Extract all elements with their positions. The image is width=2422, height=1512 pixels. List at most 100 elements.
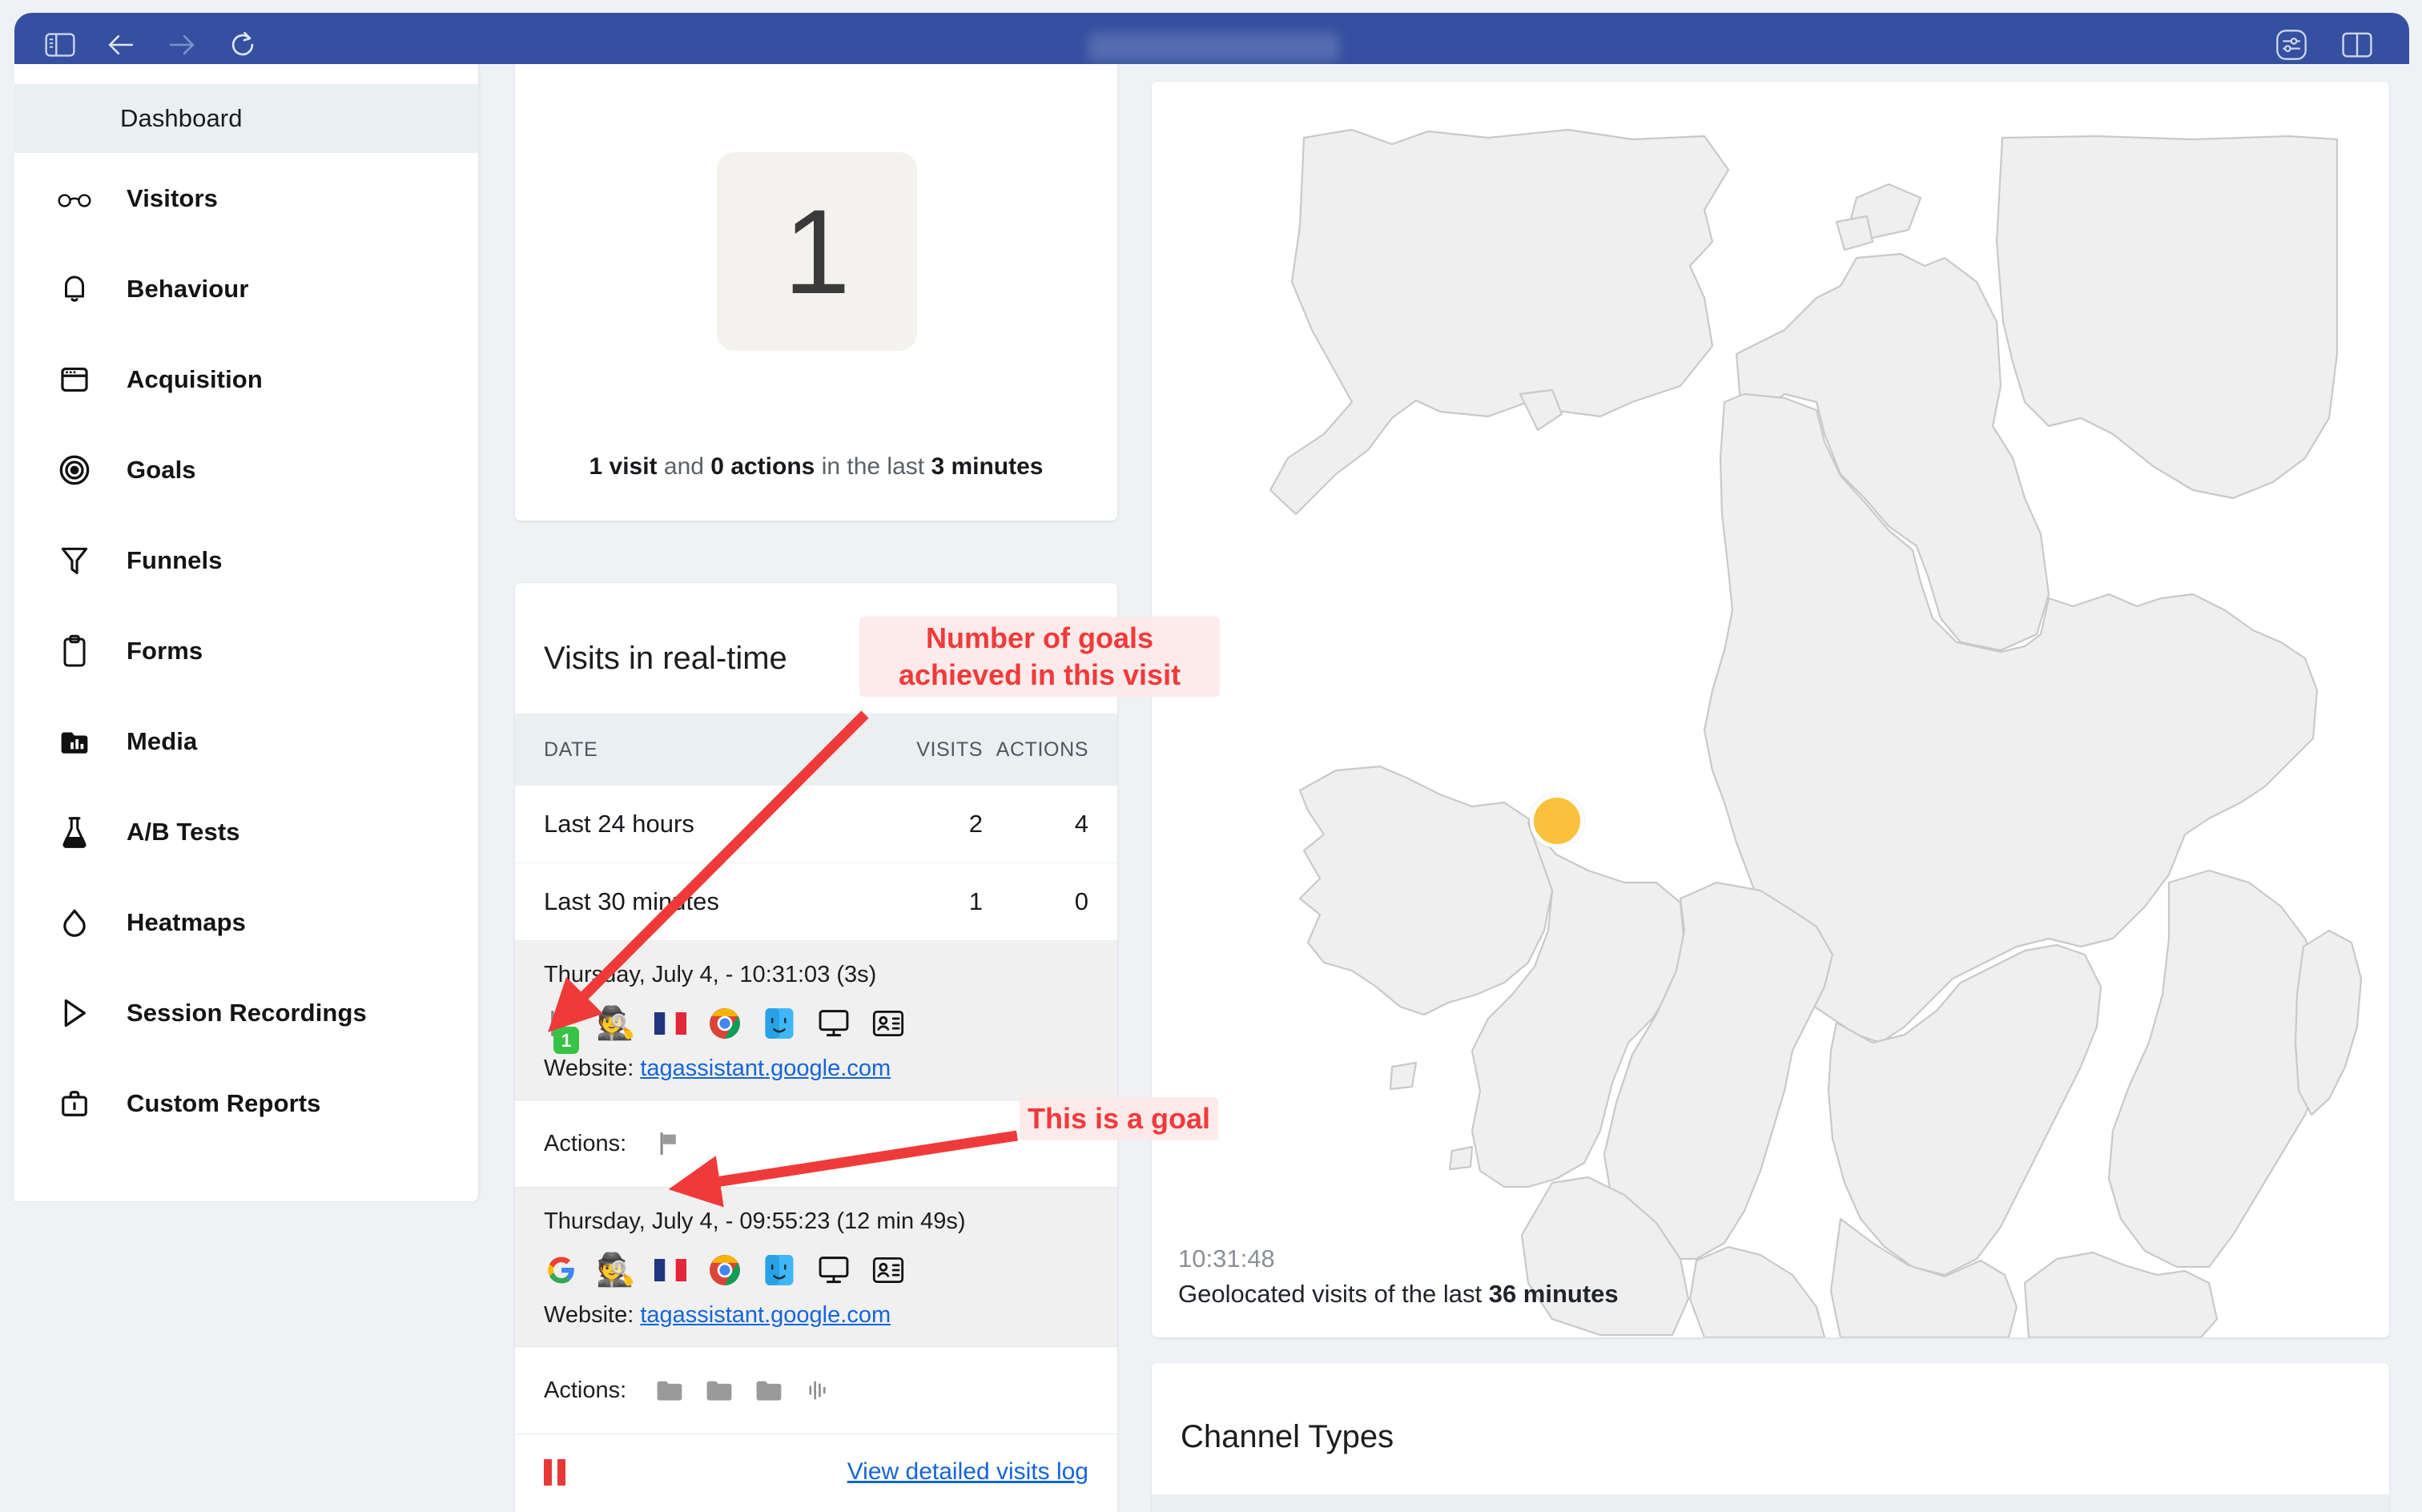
website-link[interactable]: tagassistant.google.com — [640, 1302, 891, 1328]
play-triangle-icon — [56, 995, 93, 1031]
column-header-visits[interactable]: VISITS — [863, 714, 983, 786]
visit-datetime: Thursday, July 4, - 10:31:03 (3s) — [544, 962, 877, 987]
map-legend-text: Geolocated visits of the last 36 minutes — [1178, 1280, 1619, 1309]
visitor-counter-box: 1 — [717, 152, 917, 351]
sidebar-item-label: Media — [127, 726, 198, 755]
folder-icon[interactable] — [753, 1374, 785, 1406]
visit-entry[interactable]: Thursday, July 4, - 10:31:03 (3s) 1 🕵 We… — [515, 941, 1117, 1100]
sidebar-item-acquisition[interactable]: Acquisition — [14, 334, 478, 424]
sidebar-item-label: Behaviour — [127, 274, 249, 303]
sidebar-toggle-button[interactable] — [35, 20, 85, 70]
target-icon — [56, 452, 93, 489]
funnel-icon — [56, 542, 93, 579]
flag-icon: 1 — [544, 1006, 579, 1054]
cell-actions: 0 — [983, 863, 1117, 941]
visits-realtime-card: Visits in real-time DATE VISITS ACTIONS … — [515, 583, 1117, 1512]
table-row: Last 24 hours 2 4 — [515, 786, 1117, 863]
google-icon — [544, 1253, 579, 1288]
droplet-icon — [56, 904, 93, 941]
table-header-row: DATE VISITS ACTIONS — [515, 714, 1117, 786]
bell-icon — [56, 271, 93, 308]
forward-button[interactable] — [157, 20, 207, 70]
actions-label: Actions: — [544, 1130, 627, 1156]
visitor-counter-summary: 1 visit and 0 actions in the last 3 minu… — [571, 448, 1061, 485]
column-header-date[interactable]: DATE — [515, 714, 863, 786]
url-address-bar[interactable] — [1088, 33, 1339, 62]
browser-window: Dashboard Visitors Behaviour Acquisition… — [0, 0, 2422, 1512]
france-flag-icon — [653, 1006, 688, 1041]
sidebar-item-label: Goals — [127, 455, 196, 484]
website-link[interactable]: tagassistant.google.com — [640, 1056, 891, 1081]
cell-actions: 4 — [983, 786, 1117, 863]
sidebar-item-label: Custom Reports — [127, 1088, 321, 1117]
view-detailed-visits-log-link[interactable]: View detailed visits log — [847, 1458, 1088, 1486]
sidebar-item-custom-reports[interactable]: Custom Reports — [14, 1058, 478, 1148]
middle-text: in the last — [815, 453, 931, 480]
main-sidebar: Dashboard Visitors Behaviour Acquisition… — [14, 64, 479, 1201]
sidebar-item-label: Heatmaps — [127, 907, 246, 936]
channel-types-table-header: UNIQUE ACTIONS AVG. TIME ON — [1152, 1494, 2389, 1512]
visit-entry[interactable]: Thursday, July 4, - 09:55:23 (12 min 49s… — [515, 1188, 1117, 1347]
sidebar-item-label: Forms — [127, 636, 203, 665]
visit-location-marker[interactable] — [1530, 794, 1584, 848]
settings-sliders-icon[interactable] — [2267, 20, 2316, 70]
column-header-actions[interactable]: ACTIONS — [983, 714, 1117, 786]
sidebar-item-label: Funnels — [127, 545, 223, 574]
visit-website-line: Website: tagassistant.google.com — [544, 1056, 1088, 1082]
sidebar-item-behaviour[interactable]: Behaviour — [14, 243, 478, 334]
website-label: Website: — [544, 1056, 634, 1081]
goal-count-badge: 1 — [553, 1027, 579, 1054]
back-button[interactable] — [96, 20, 146, 70]
sidebar-item-media[interactable]: Media — [14, 696, 478, 786]
table-row: Last 30 minutes 1 0 — [515, 863, 1117, 941]
sidebar-item-heatmaps[interactable]: Heatmaps — [14, 877, 478, 967]
finder-icon — [762, 1253, 797, 1288]
realtime-footer: View detailed visits log — [515, 1434, 1117, 1510]
map-legend-prefix: Geolocated visits of the last — [1178, 1280, 1489, 1308]
sidebar-item-funnels[interactable]: Funnels — [14, 515, 478, 605]
visits-realtime-title: Visits in real-time — [544, 641, 787, 676]
finder-icon — [762, 1006, 797, 1041]
period-text: 3 minutes — [931, 453, 1044, 480]
channel-types-title: Channel Types — [1181, 1419, 1394, 1454]
visit-icon-row: 🕵 — [544, 1249, 1088, 1291]
id-card-icon — [871, 1253, 906, 1288]
visit-actions-row: Actions: — [515, 1347, 1117, 1434]
realtime-summary-table: DATE VISITS ACTIONS Last 24 hours 2 4 La… — [515, 714, 1117, 941]
visit-actions-row: Actions: — [515, 1100, 1117, 1188]
sidebar-item-label: Session Recordings — [127, 998, 367, 1027]
flag-icon[interactable] — [654, 1128, 686, 1160]
waveform-icon[interactable] — [803, 1374, 835, 1406]
pause-icon[interactable] — [544, 1458, 565, 1486]
france-map[interactable] — [1152, 82, 2389, 1337]
sidebar-item-goals[interactable]: Goals — [14, 424, 478, 515]
id-card-icon — [871, 1006, 906, 1041]
visit-datetime: Thursday, July 4, - 09:55:23 (12 min 49s… — [544, 1208, 966, 1234]
browser-window-icon — [56, 361, 93, 398]
sidebar-item-dashboard[interactable]: Dashboard — [14, 84, 478, 153]
france-flag-icon — [653, 1253, 688, 1288]
map-legend-value: 36 minutes — [1488, 1280, 1619, 1308]
map-legend: 10:31:48 Geolocated visits of the last 3… — [1178, 1245, 1619, 1309]
briefcase-icon — [56, 1085, 93, 1122]
sidebar-item-visitors[interactable]: Visitors — [14, 153, 478, 243]
sidebar-item-label: Visitors — [127, 183, 218, 212]
visit-icon-row: 1 🕵 — [544, 1003, 1088, 1054]
sidebar-item-label: Dashboard — [120, 104, 243, 132]
sidebar-item-session-recordings[interactable]: Session Recordings — [14, 967, 478, 1058]
reload-button[interactable] — [218, 20, 268, 70]
media-bars-icon — [56, 723, 93, 760]
website-label: Website: — [544, 1302, 634, 1328]
flask-icon — [56, 814, 93, 850]
sidebar-item-ab-tests[interactable]: A/B Tests — [14, 786, 478, 877]
map-timestamp: 10:31:48 — [1178, 1245, 1275, 1273]
desktop-icon — [816, 1253, 851, 1288]
visitor-count-value: 1 — [783, 184, 851, 319]
visitor-map-card: 10:31:48 Geolocated visits of the last 3… — [1152, 82, 2389, 1337]
sidebar-item-forms[interactable]: Forms — [14, 605, 478, 696]
folder-icon[interactable] — [703, 1374, 735, 1406]
split-view-button[interactable] — [2332, 20, 2382, 70]
folder-icon[interactable] — [654, 1374, 686, 1406]
sidebar-item-label: A/B Tests — [127, 817, 240, 846]
sidebar-item-label: Acquisition — [127, 364, 263, 393]
